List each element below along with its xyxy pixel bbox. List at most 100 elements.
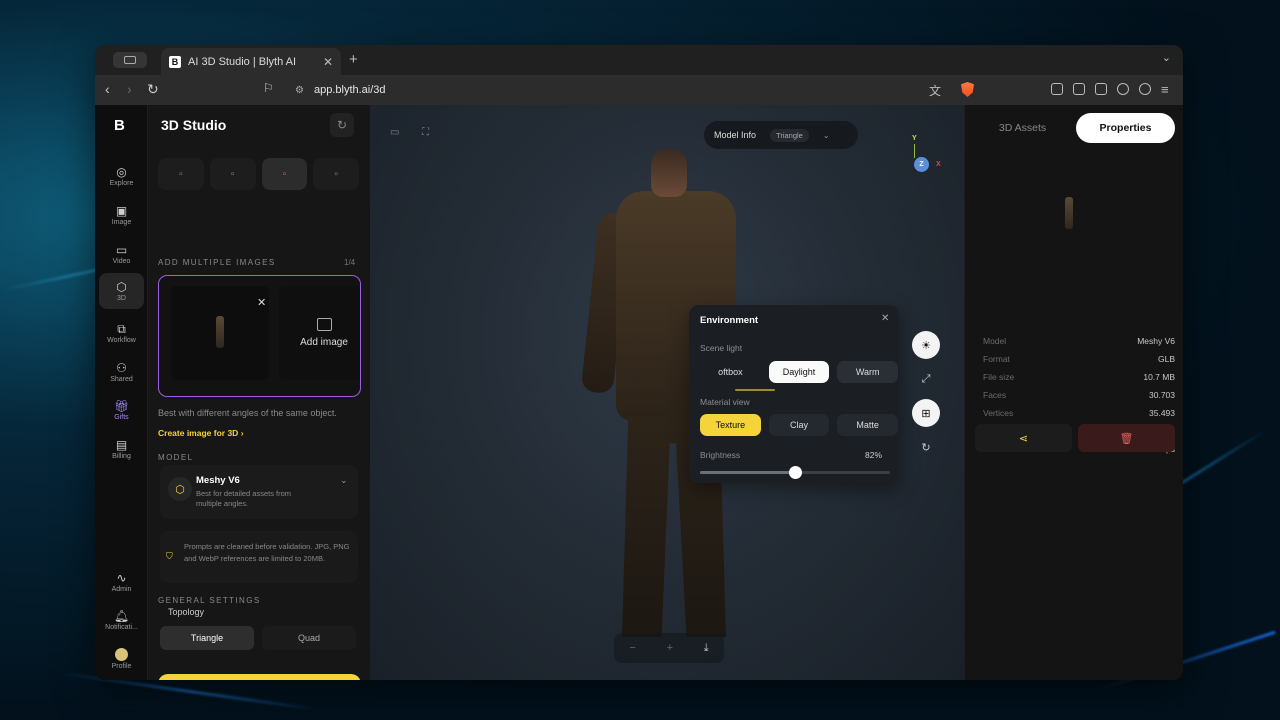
model-preview xyxy=(1065,197,1073,229)
browser-window: B AI 3D Studio | Blyth AI ✕ + ⌄ ‹ › ↻ ⚐ … xyxy=(95,45,1183,680)
mode-tab-text[interactable]: ▫ xyxy=(158,158,204,190)
axis-gizmo[interactable]: Y Z X xyxy=(890,135,941,185)
leo-ai-icon[interactable] xyxy=(1117,83,1129,95)
generation-panel: 3D Studio ↻ ▫ ▫ ▫ ▫ ADD MULTIPLE IMAGES … xyxy=(148,105,370,680)
url-field[interactable]: ⚙ app.blyth.ai/3d xyxy=(287,79,975,101)
model-info-dropdown[interactable]: Model Info Triangle ⌄ xyxy=(704,121,858,149)
grid-button[interactable]: ⊞ xyxy=(912,399,940,427)
topology-triangle[interactable]: Triangle xyxy=(160,626,254,650)
share-button[interactable]: ⋖ xyxy=(975,424,1072,452)
delete-button[interactable]: 🗑︎ xyxy=(1078,424,1175,452)
brightness-slider[interactable] xyxy=(700,466,890,479)
mode-tab-multi-image[interactable]: ▫ xyxy=(261,158,308,190)
rail-item-profile[interactable]: Profile xyxy=(99,641,144,677)
property-value: Meshy V6 xyxy=(1137,336,1175,346)
mode-tab-texture[interactable]: ▫ xyxy=(313,158,359,190)
property-key: Vertices xyxy=(983,408,1014,418)
single-image-icon: ▫ xyxy=(230,168,235,180)
viewport-bottom-controls: − + ⤓ xyxy=(614,633,724,663)
wallet-icon[interactable] xyxy=(1095,83,1107,95)
scene-light-daylight[interactable]: Daylight xyxy=(768,361,830,383)
chevron-down-icon: ⌄ xyxy=(340,475,348,485)
image-upload-area: ✕ Add image xyxy=(158,275,361,397)
rail-item-admin[interactable]: ∿ Admin xyxy=(99,564,144,600)
bell-icon: 🔔︎ xyxy=(113,608,130,623)
reload-button[interactable]: ↻ xyxy=(147,81,159,98)
rail-label: Image xyxy=(111,218,132,226)
scene-light-softbox[interactable]: oftbox xyxy=(700,361,761,383)
trash-icon: 🗑︎ xyxy=(1119,432,1134,445)
property-key: Faces xyxy=(983,390,1007,400)
property-key: File size xyxy=(983,372,1015,382)
new-tab-button[interactable]: + xyxy=(349,51,358,68)
material-texture[interactable]: Texture xyxy=(700,414,761,436)
axis-z[interactable]: Z xyxy=(914,157,929,172)
chevron-right-icon: › xyxy=(240,428,244,438)
blyth-logo[interactable]: B xyxy=(114,117,125,134)
environment-button[interactable]: ☀ xyxy=(912,331,940,359)
gift-icon: 🎁︎ xyxy=(113,398,130,413)
refresh-icon: ↻ xyxy=(336,118,348,132)
translate-icon[interactable]: 文 xyxy=(929,82,941,99)
fullscreen-icon[interactable]: ⛶ xyxy=(422,127,429,138)
property-row: Model Meshy V6 xyxy=(983,336,1175,346)
mode-tab-single-image[interactable]: ▫ xyxy=(209,158,256,190)
topology-quad[interactable]: Quad xyxy=(262,626,356,650)
texture-mode-icon: ▫ xyxy=(334,168,338,180)
tab-3d-assets[interactable]: 3D Assets xyxy=(973,113,1072,143)
viewport-side-tools: ☀ ⤢ ⊞ ↻ xyxy=(912,331,940,461)
close-tab-icon[interactable]: ✕ xyxy=(323,55,333,69)
nav-rail: B ◎ Explore ▣ Image ▭ Video ⬡ 3D ⧉ Workf… xyxy=(95,105,148,680)
vpn-icon[interactable] xyxy=(1139,83,1151,95)
rail-item-image[interactable]: ▣ Image xyxy=(99,197,144,233)
rail-item-explore[interactable]: ◎ Explore xyxy=(99,158,144,194)
sidebar-icon[interactable] xyxy=(1073,83,1085,95)
monitor-icon[interactable]: ▭ xyxy=(390,127,399,138)
reset-view-button[interactable]: ↻ xyxy=(912,433,940,461)
refresh-button[interactable]: ↻ xyxy=(330,113,354,137)
rail-item-shared[interactable]: ⚇ Shared xyxy=(99,354,144,390)
menu-icon[interactable]: ≡ xyxy=(1161,82,1169,97)
cube-icon: ⬡ xyxy=(116,279,127,294)
model-selector[interactable]: ⬡ Meshy V6 Best for detailed assets from… xyxy=(160,465,358,519)
scene-light-warm[interactable]: Warm xyxy=(837,361,899,383)
input-mode-tabs: ▫ ▫ ▫ ▫ xyxy=(158,158,359,190)
download-icon[interactable]: ⤓ xyxy=(704,642,709,655)
environment-panel: Environment ✕ Scene light oftbox Dayligh… xyxy=(689,305,899,483)
tab-overview-button[interactable] xyxy=(113,52,147,68)
rail-item-workflow[interactable]: ⧉ Workflow xyxy=(99,315,144,351)
generate-3d-button[interactable]: ✎Generate 3D Model5429 xyxy=(158,674,361,680)
rail-item-notifications[interactable]: 🔔︎ Notificati... xyxy=(99,602,144,638)
close-icon[interactable]: ✕ xyxy=(881,313,889,324)
chevron-down-icon[interactable]: ⌄ xyxy=(1162,51,1171,64)
3d-viewport[interactable]: ▭ ⛶ Model Info Triangle ⌄ Y Z X Environm… xyxy=(370,105,964,680)
shield-check-icon: ⛉ xyxy=(166,551,173,561)
back-button[interactable]: ‹ xyxy=(105,81,110,97)
uploaded-image-thumb[interactable]: ✕ xyxy=(171,286,269,380)
zoom-in-button[interactable]: + xyxy=(667,642,673,654)
remove-image-icon[interactable]: ✕ xyxy=(257,296,266,309)
create-image-link[interactable]: Create image for 3D › xyxy=(158,428,244,438)
rail-label: Video xyxy=(112,257,131,265)
forward-button[interactable]: › xyxy=(127,81,132,97)
rail-item-video[interactable]: ▭ Video xyxy=(99,236,144,272)
topology-label: Topology xyxy=(168,607,205,617)
rail-item-3d[interactable]: ⬡ 3D xyxy=(99,273,144,309)
browser-tab[interactable]: B AI 3D Studio | Blyth AI ✕ xyxy=(161,48,341,75)
url-text: app.blyth.ai/3d xyxy=(313,84,386,96)
extensions-icon[interactable] xyxy=(1051,83,1063,95)
site-settings-icon[interactable]: ⚙ xyxy=(295,85,304,96)
expand-button[interactable]: ⤢ xyxy=(912,365,940,393)
rail-item-billing[interactable]: ▤ Billing xyxy=(99,431,144,467)
brightness-handle[interactable] xyxy=(789,466,802,479)
material-matte[interactable]: Matte xyxy=(837,414,899,436)
bookmark-icon[interactable]: ⚐ xyxy=(263,81,274,95)
tab-properties[interactable]: Properties xyxy=(1076,113,1175,143)
zoom-out-button[interactable]: − xyxy=(629,642,635,654)
property-value: 30.703 xyxy=(1149,390,1175,400)
axis-y[interactable]: Y xyxy=(912,135,917,142)
axis-x[interactable]: X xyxy=(936,161,941,168)
rail-item-gifts[interactable]: 🎁︎ Gifts xyxy=(99,392,144,428)
material-clay[interactable]: Clay xyxy=(768,414,830,436)
add-image-button[interactable]: Add image xyxy=(279,286,360,380)
